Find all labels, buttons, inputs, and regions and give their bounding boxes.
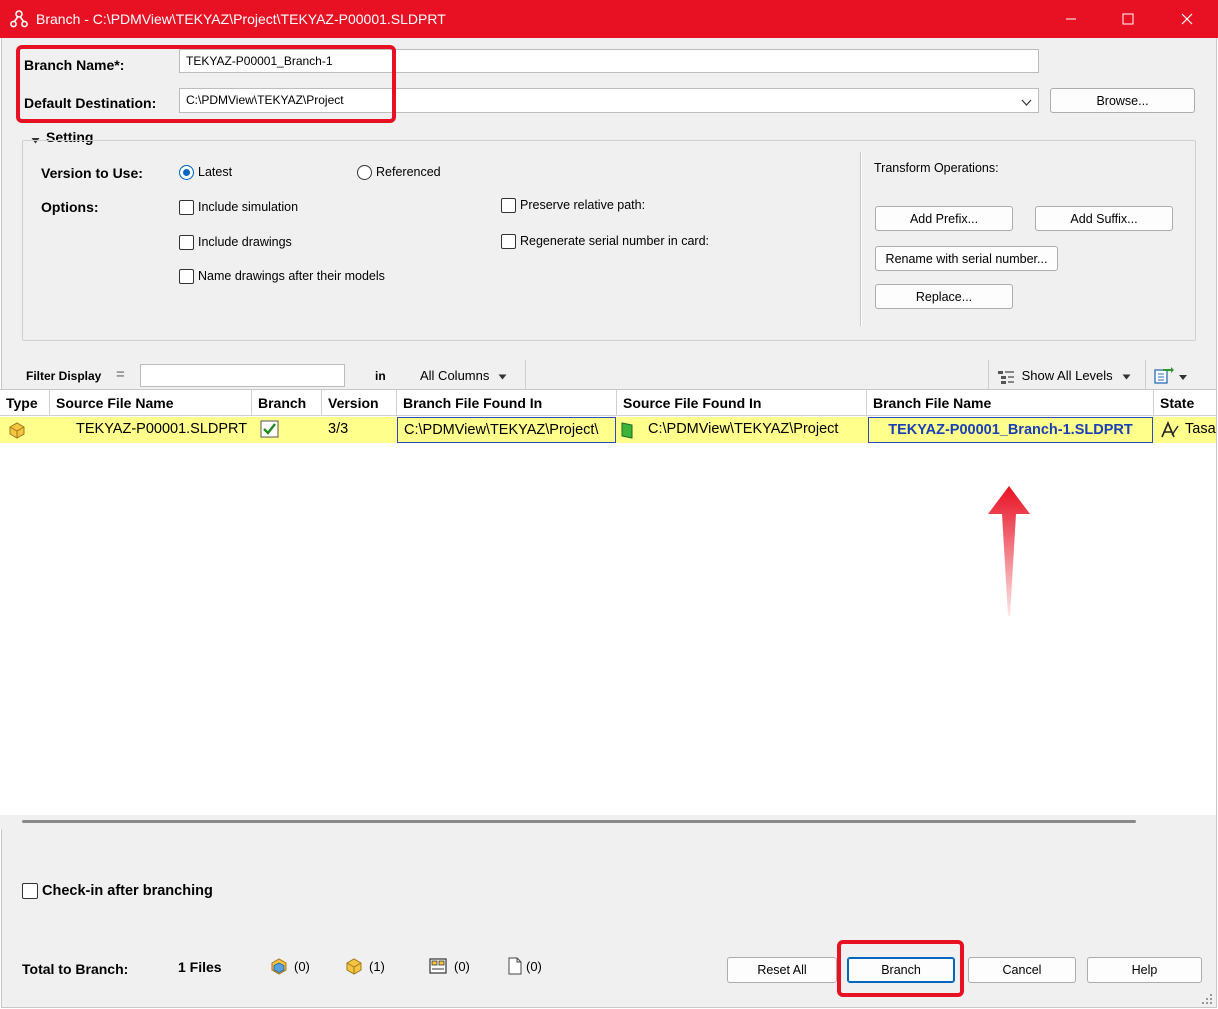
- filter-input[interactable]: [140, 364, 345, 387]
- cancel-button[interactable]: Cancel: [968, 957, 1076, 983]
- column-header-version[interactable]: Version: [322, 390, 397, 416]
- reset-all-button[interactable]: Reset All: [727, 957, 837, 983]
- setting-divider: [860, 152, 862, 326]
- filter-operator: =: [116, 366, 125, 383]
- filter-in-label: in: [375, 369, 386, 383]
- regenerate-serial-label: Regenerate serial number in card:: [520, 234, 709, 248]
- columns-dropdown-label: All Columns: [420, 368, 490, 383]
- browse-button[interactable]: Browse...: [1050, 88, 1195, 113]
- part-type-icon: [0, 417, 50, 443]
- resize-grip-icon[interactable]: [1200, 992, 1214, 1009]
- help-button[interactable]: Help: [1087, 957, 1202, 983]
- levels-dropdown-label: Show All Levels: [1021, 368, 1113, 383]
- part-icon: [345, 957, 363, 978]
- transform-label: Transform Operations:: [874, 161, 999, 175]
- caret-down-icon: [498, 374, 507, 380]
- chevron-down-icon[interactable]: [1021, 96, 1032, 110]
- column-header-branch-found-in[interactable]: Branch File Found In: [397, 390, 617, 416]
- version-referenced-radio[interactable]: [357, 165, 372, 180]
- preserve-paths-label: Preserve relative path:: [520, 198, 646, 212]
- total-parts: (1): [369, 959, 385, 974]
- checkin-label: Check-in after branching: [42, 883, 213, 899]
- cell-version: 3/3: [322, 417, 394, 443]
- version-latest-label: Latest: [198, 165, 233, 179]
- include-simulation-checkbox[interactable]: [179, 200, 194, 215]
- tree-levels-icon: [998, 370, 1014, 384]
- annotation-arrow: [986, 486, 1032, 621]
- rename-serial-button[interactable]: Rename with serial number...: [875, 246, 1058, 271]
- file-grid[interactable]: Type Source File Name Branch Version Bra…: [0, 389, 1216, 815]
- app-icon: [10, 10, 28, 31]
- column-header-type[interactable]: Type: [0, 390, 50, 416]
- checkin-checkbox[interactable]: [22, 883, 38, 899]
- folder-icon: [620, 417, 636, 443]
- include-simulation-label: Include simulation: [198, 200, 299, 214]
- filter-label: Filter Display: [26, 369, 102, 383]
- caret-down-icon: [1122, 374, 1131, 380]
- export-icon[interactable]: [1154, 367, 1188, 388]
- levels-dropdown[interactable]: Show All Levels: [997, 368, 1131, 384]
- add-prefix-button[interactable]: Add Prefix...: [875, 206, 1013, 231]
- name-drawings-label: Name drawings after their models: [198, 269, 385, 283]
- regenerate-serial-checkbox[interactable]: [501, 234, 516, 249]
- version-referenced-label: Referenced: [376, 165, 441, 179]
- annotation-highlight-branch: [837, 940, 964, 997]
- cell-source-file-name: TEKYAZ-P00001.SLDPRT: [70, 417, 250, 443]
- column-header-source-found-in[interactable]: Source File Found In: [617, 390, 867, 416]
- cell-source-found-in: C:\PDMView\TEKYAZ\Project: [642, 417, 866, 443]
- total-files: 1 Files: [178, 959, 222, 975]
- state-icon: [1158, 417, 1180, 443]
- total-drawings: (0): [454, 959, 470, 974]
- annotation-highlight-name: [16, 45, 396, 123]
- name-drawings-checkbox[interactable]: [179, 269, 194, 284]
- maximize-button[interactable]: [1105, 0, 1151, 38]
- cell-state: Tasar: [1184, 417, 1216, 443]
- preserve-paths-checkbox[interactable]: [501, 198, 516, 213]
- columns-dropdown[interactable]: All Columns: [420, 368, 507, 383]
- replace-button[interactable]: Replace...: [875, 284, 1013, 309]
- horizontal-scrollbar[interactable]: [0, 815, 1216, 829]
- scrollbar-thumb[interactable]: [22, 820, 1136, 823]
- title-bar[interactable]: Branch - C:\PDMView\TEKYAZ\Project\TEKYA…: [0, 0, 1218, 38]
- total-label: Total to Branch:: [22, 961, 129, 977]
- column-header-source-file-name[interactable]: Source File Name: [50, 390, 252, 416]
- version-label: Version to Use:: [41, 165, 143, 181]
- branch-checkbox[interactable]: [258, 417, 318, 443]
- total-other: (0): [526, 959, 542, 974]
- include-drawings-checkbox[interactable]: [179, 235, 194, 250]
- version-latest-radio[interactable]: [179, 165, 194, 180]
- total-assemblies: (0): [294, 959, 310, 974]
- add-suffix-button[interactable]: Add Suffix...: [1035, 206, 1173, 231]
- column-header-branch-file-name[interactable]: Branch File Name: [867, 390, 1154, 416]
- column-header-branch[interactable]: Branch: [252, 390, 322, 416]
- window-title: Branch - C:\PDMView\TEKYAZ\Project\TEKYA…: [36, 11, 446, 27]
- options-label: Options:: [41, 199, 99, 215]
- assembly-icon: [270, 957, 288, 978]
- column-header-state[interactable]: State: [1154, 390, 1216, 416]
- document-icon: [507, 957, 523, 978]
- drawing-icon: [429, 957, 447, 978]
- include-drawings-label: Include drawings: [198, 235, 292, 249]
- cell-branch-file-name[interactable]: TEKYAZ-P00001_Branch-1.SLDPRT: [868, 417, 1153, 443]
- minimize-button[interactable]: [1048, 0, 1094, 38]
- close-button[interactable]: [1164, 0, 1210, 38]
- cell-branch-found-in[interactable]: C:\PDMView\TEKYAZ\Project\: [397, 417, 616, 443]
